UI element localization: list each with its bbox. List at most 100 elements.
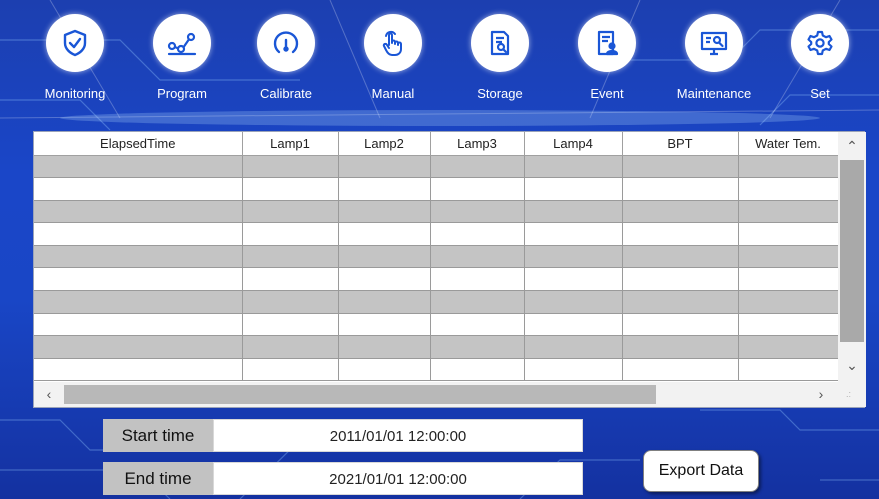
column-header-elapsedtime[interactable]: ElapsedTime bbox=[34, 132, 243, 156]
table-cell bbox=[430, 245, 525, 269]
end-time-field[interactable]: 2021/01/01 12:00:00 bbox=[213, 462, 583, 495]
monitor-wrench-icon bbox=[685, 14, 743, 72]
table-cell bbox=[338, 267, 431, 292]
nav-label-manual: Manual bbox=[371, 86, 415, 101]
data-grid: ElapsedTime Lamp1 Lamp2 Lamp3 Lamp4 BPT … bbox=[33, 131, 866, 408]
table-cell bbox=[738, 358, 839, 382]
column-header-lamp3[interactable]: Lamp3 bbox=[430, 132, 525, 156]
nav-item-set[interactable]: Set bbox=[770, 14, 870, 101]
table-cell bbox=[242, 222, 339, 246]
table-cell bbox=[242, 155, 339, 179]
table-cell bbox=[738, 313, 839, 337]
nav-item-calibrate[interactable]: Calibrate bbox=[236, 14, 336, 101]
table-cell bbox=[338, 155, 431, 179]
table-cell bbox=[622, 245, 739, 269]
nav-item-storage[interactable]: Storage bbox=[450, 14, 550, 101]
data-table: ElapsedTime Lamp1 Lamp2 Lamp3 Lamp4 BPT … bbox=[34, 132, 839, 382]
document-search-icon bbox=[471, 14, 529, 72]
table-row[interactable] bbox=[34, 313, 839, 337]
table-cell bbox=[622, 313, 739, 337]
table-cell bbox=[34, 177, 243, 201]
table-cell bbox=[34, 155, 243, 179]
table-cell bbox=[34, 245, 243, 269]
column-header-lamp1[interactable]: Lamp1 bbox=[242, 132, 339, 156]
scroll-right-icon[interactable]: › bbox=[810, 382, 832, 407]
table-cell bbox=[622, 335, 739, 359]
gear-icon bbox=[791, 14, 849, 72]
table-cell bbox=[338, 177, 431, 201]
table-cell bbox=[34, 200, 243, 224]
nav-label-set: Set bbox=[810, 86, 830, 101]
table-cell bbox=[242, 290, 339, 314]
table-cell bbox=[34, 267, 243, 292]
table-cell bbox=[430, 267, 525, 292]
table-cell bbox=[430, 177, 525, 201]
scroll-left-icon[interactable]: ‹ bbox=[38, 382, 60, 407]
table-row[interactable] bbox=[34, 267, 839, 292]
table-row[interactable] bbox=[34, 177, 839, 201]
column-header-lamp4[interactable]: Lamp4 bbox=[524, 132, 623, 156]
hand-pointer-icon bbox=[364, 14, 422, 72]
export-data-button[interactable]: Export Data bbox=[643, 450, 759, 492]
nav-item-monitoring[interactable]: Monitoring bbox=[25, 14, 125, 101]
table-cell bbox=[242, 358, 339, 382]
table-cell bbox=[524, 290, 623, 314]
nav-item-maintenance[interactable]: Maintenance bbox=[664, 14, 764, 101]
table-row[interactable] bbox=[34, 200, 839, 224]
table-cell bbox=[338, 358, 431, 382]
table-row[interactable] bbox=[34, 222, 839, 246]
table-cell bbox=[338, 313, 431, 337]
table-cell bbox=[524, 313, 623, 337]
table-cell bbox=[524, 222, 623, 246]
resize-grip-icon: .: bbox=[846, 389, 852, 399]
table-cell bbox=[34, 335, 243, 359]
table-cell bbox=[338, 290, 431, 314]
horizontal-scroll-thumb[interactable] bbox=[64, 385, 656, 404]
table-cell bbox=[622, 267, 739, 292]
table-cell bbox=[738, 290, 839, 314]
table-cell bbox=[524, 177, 623, 201]
table-cell bbox=[738, 155, 839, 179]
column-header-water-temp[interactable]: Water Tem. bbox=[738, 132, 839, 156]
start-time-field[interactable]: 2011/01/01 12:00:00 bbox=[213, 419, 583, 452]
table-cell bbox=[338, 200, 431, 224]
table-row[interactable] bbox=[34, 155, 839, 179]
table-cell bbox=[430, 200, 525, 224]
table-cell bbox=[524, 267, 623, 292]
table-cell bbox=[622, 155, 739, 179]
table-body bbox=[34, 155, 839, 382]
table-row[interactable] bbox=[34, 358, 839, 382]
table-cell bbox=[622, 200, 739, 224]
table-cell bbox=[524, 245, 623, 269]
shield-check-icon bbox=[46, 14, 104, 72]
nav-label-maintenance: Maintenance bbox=[676, 86, 752, 101]
table-cell bbox=[738, 335, 839, 359]
table-row[interactable] bbox=[34, 290, 839, 314]
scroll-up-icon[interactable]: ⌃ bbox=[838, 135, 866, 157]
column-header-bpt[interactable]: BPT bbox=[622, 132, 739, 156]
horizontal-scrollbar[interactable]: ‹ › .: bbox=[34, 382, 866, 407]
table-cell bbox=[524, 200, 623, 224]
table-cell bbox=[242, 335, 339, 359]
column-header-lamp2[interactable]: Lamp2 bbox=[338, 132, 431, 156]
gauge-icon bbox=[257, 14, 315, 72]
end-time-label: End time bbox=[103, 462, 213, 495]
table-cell bbox=[430, 222, 525, 246]
table-cell bbox=[242, 200, 339, 224]
table-cell bbox=[430, 358, 525, 382]
vertical-scroll-thumb[interactable] bbox=[840, 160, 864, 342]
start-time-label: Start time bbox=[103, 419, 213, 452]
table-row[interactable] bbox=[34, 245, 839, 269]
nav-item-program[interactable]: Program bbox=[132, 14, 232, 101]
nav-item-event[interactable]: Event bbox=[557, 14, 657, 101]
table-row[interactable] bbox=[34, 335, 839, 359]
nav-item-manual[interactable]: Manual bbox=[343, 14, 443, 101]
vertical-scrollbar[interactable]: ⌃ ⌄ bbox=[838, 132, 866, 382]
scroll-down-icon[interactable]: ⌄ bbox=[838, 354, 866, 376]
nav-label-storage: Storage bbox=[477, 86, 523, 101]
table-cell bbox=[738, 245, 839, 269]
table-cell bbox=[622, 290, 739, 314]
main-navigation: Monitoring Program Calibrate Manual Stor… bbox=[0, 0, 879, 118]
table-cell bbox=[34, 290, 243, 314]
table-cell bbox=[524, 335, 623, 359]
